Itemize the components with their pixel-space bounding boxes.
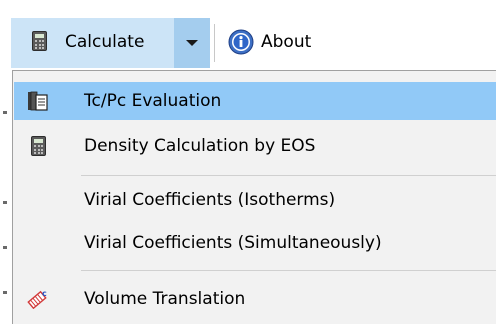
calculate-dropdown-menu: Tc/Pc Evaluation Density Calculation by …	[12, 70, 496, 324]
menu-item-label: Virial Coefficients (Simultaneously)	[84, 233, 382, 253]
background-edge-mark	[3, 246, 7, 249]
info-icon[interactable]	[228, 29, 254, 55]
menu-item-label: Tc/Pc Evaluation	[84, 91, 222, 111]
calculate-label: Calculate	[65, 32, 145, 52]
calculator-icon	[32, 31, 47, 51]
volume-translation-icon: c	[27, 289, 49, 310]
toolbar: Calculate About	[0, 0, 496, 70]
menu-item-density-calculation[interactable]: Density Calculation by EOS	[14, 127, 496, 165]
svg-text:c: c	[42, 289, 47, 298]
menu-item-label: Density Calculation by EOS	[84, 136, 316, 156]
calculator-icon	[31, 136, 46, 156]
menu-item-label: Volume Translation	[84, 289, 246, 309]
app-window: Calculate About Tc/Pc Evaluation Density…	[0, 0, 496, 324]
calculate-dropdown-button[interactable]	[174, 18, 210, 68]
menu-item-label: Virial Coefficients (Isotherms)	[84, 190, 336, 210]
copy-pages-icon	[27, 91, 49, 111]
about-button[interactable]: About	[261, 32, 311, 52]
background-edge-mark	[3, 291, 7, 294]
chevron-down-icon	[186, 40, 198, 46]
menu-separator	[81, 175, 496, 176]
toolbar-separator	[214, 24, 215, 62]
menu-item-virial-isotherms[interactable]: Virial Coefficients (Isotherms)	[14, 181, 496, 219]
background-edge-mark	[3, 201, 7, 204]
menu-item-volume-translation[interactable]: c Volume Translation	[14, 280, 496, 318]
menu-item-tc-pc-evaluation[interactable]: Tc/Pc Evaluation	[14, 82, 496, 120]
background-edge-mark	[3, 111, 7, 114]
menu-item-virial-simultaneously[interactable]: Virial Coefficients (Simultaneously)	[14, 224, 496, 262]
menu-separator	[81, 270, 496, 271]
